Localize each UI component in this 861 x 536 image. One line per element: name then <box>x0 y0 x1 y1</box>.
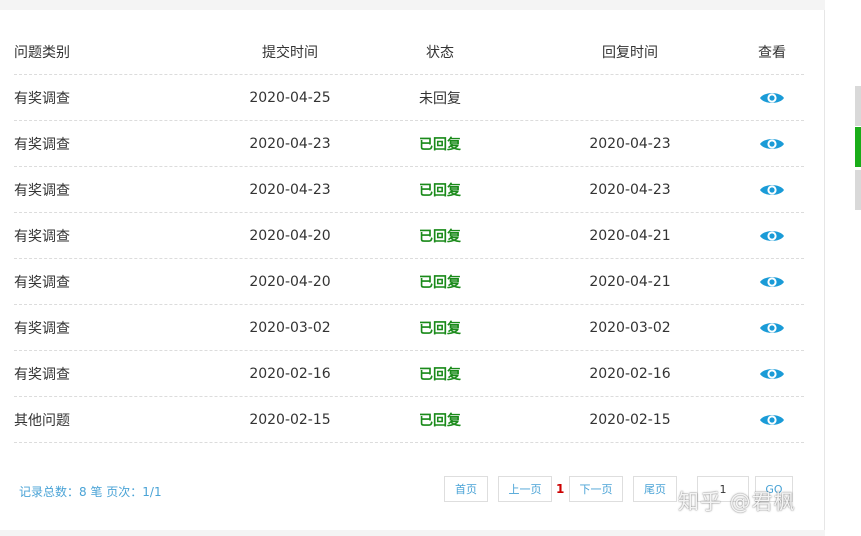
table-header-row: 问题类别 提交时间 状态 回复时间 查看 <box>14 30 804 75</box>
cell-status: 已回复 <box>419 182 461 199</box>
cell-submitted-time: 2020-04-20 <box>249 227 331 244</box>
current-page-number: 1 <box>556 482 565 496</box>
table-row: 有奖调查 2020-04-25 未回复 <box>14 75 804 121</box>
watermark: 知乎 @君枫 <box>678 490 796 514</box>
header-status: 状态 <box>426 45 454 61</box>
table-body: 有奖调查 2020-04-25 未回复 有奖调查 2020-04-23 已回复 2020-0… <box>14 75 804 443</box>
side-tab-bottom[interactable] <box>855 170 861 210</box>
eye-icon[interactable] <box>759 366 785 382</box>
cell-category: 有奖调查 <box>14 274 70 291</box>
cell-submitted-time: 2020-02-15 <box>249 411 331 428</box>
table-row: 其他问题 2020-02-15 已回复 2020-02-15 <box>14 397 804 443</box>
table-row: 有奖调查 2020-02-16 已回复 2020-02-16 <box>14 351 804 397</box>
cell-category: 有奖调查 <box>14 228 70 245</box>
eye-icon[interactable] <box>759 228 785 244</box>
cell-status: 已回复 <box>419 136 461 153</box>
cell-category: 有奖调查 <box>14 320 70 337</box>
view-button[interactable] <box>742 167 802 212</box>
first-page-button[interactable]: 首页 <box>444 476 488 502</box>
view-button[interactable] <box>742 305 802 350</box>
cell-reply-time: 2020-04-21 <box>589 227 671 244</box>
header-category: 问题类别 <box>14 45 70 61</box>
cell-category: 有奖调查 <box>14 182 70 199</box>
cell-status: 已回复 <box>419 412 461 429</box>
table-row: 有奖调查 2020-04-23 已回复 2020-04-23 <box>14 167 804 213</box>
record-summary: 记录总数：8 笔 页次：1/1 <box>19 485 162 499</box>
cell-submitted-time: 2020-04-23 <box>249 135 331 152</box>
right-background <box>825 0 861 536</box>
top-strip <box>0 0 825 10</box>
cell-category: 有奖调查 <box>14 366 70 383</box>
cell-status: 已回复 <box>419 274 461 291</box>
header-submitted-time: 提交时间 <box>262 45 318 61</box>
header-reply-time: 回复时间 <box>602 45 658 61</box>
cell-submitted-time: 2020-04-23 <box>249 181 331 198</box>
eye-icon[interactable] <box>759 274 785 290</box>
cell-status: 已回复 <box>419 366 461 383</box>
view-button[interactable] <box>742 75 802 120</box>
cell-reply-time: 2020-02-16 <box>589 365 671 382</box>
eye-icon[interactable] <box>759 182 785 198</box>
bottom-strip <box>0 530 825 536</box>
last-page-button[interactable]: 尾页 <box>633 476 677 502</box>
cell-category: 有奖调查 <box>14 90 70 107</box>
view-button[interactable] <box>742 259 802 304</box>
eye-icon[interactable] <box>759 320 785 336</box>
next-page-button[interactable]: 下一页 <box>569 476 623 502</box>
eye-icon[interactable] <box>759 90 785 106</box>
eye-icon[interactable] <box>759 136 785 152</box>
cell-status: 已回复 <box>419 320 461 337</box>
cell-reply-time: 2020-04-21 <box>589 273 671 290</box>
table-row: 有奖调查 2020-03-02 已回复 2020-03-02 <box>14 305 804 351</box>
header-view: 查看 <box>758 45 786 61</box>
cell-submitted-time: 2020-02-16 <box>249 365 331 382</box>
side-tab-active[interactable] <box>855 127 861 167</box>
eye-icon[interactable] <box>759 412 785 428</box>
view-button[interactable] <box>742 213 802 258</box>
cell-reply-time: 2020-02-15 <box>589 411 671 428</box>
cell-category: 其他问题 <box>14 412 70 429</box>
feedback-panel: 问题类别 提交时间 状态 回复时间 查看 有奖调查 2020-04-25 未回复 有奖… <box>0 10 825 530</box>
cell-reply-time: 2020-04-23 <box>589 135 671 152</box>
view-button[interactable] <box>742 121 802 166</box>
cell-submitted-time: 2020-04-20 <box>249 273 331 290</box>
table-row: 有奖调查 2020-04-23 已回复 2020-04-23 <box>14 121 804 167</box>
cell-category: 有奖调查 <box>14 136 70 153</box>
cell-status: 未回复 <box>419 90 461 107</box>
cell-reply-time: 2020-03-02 <box>589 319 671 336</box>
prev-page-button[interactable]: 上一页 <box>498 476 552 502</box>
side-tab-top[interactable] <box>855 86 861 126</box>
cell-submitted-time: 2020-04-25 <box>249 89 331 106</box>
cell-status: 已回复 <box>419 228 461 245</box>
table-row: 有奖调查 2020-04-20 已回复 2020-04-21 <box>14 259 804 305</box>
cell-submitted-time: 2020-03-02 <box>249 319 331 336</box>
feedback-table: 问题类别 提交时间 状态 回复时间 查看 有奖调查 2020-04-25 未回复 有奖… <box>14 30 804 443</box>
view-button[interactable] <box>742 351 802 396</box>
cell-reply-time <box>550 75 710 120</box>
cell-reply-time: 2020-04-23 <box>589 181 671 198</box>
view-button[interactable] <box>742 397 802 442</box>
table-row: 有奖调查 2020-04-20 已回复 2020-04-21 <box>14 213 804 259</box>
